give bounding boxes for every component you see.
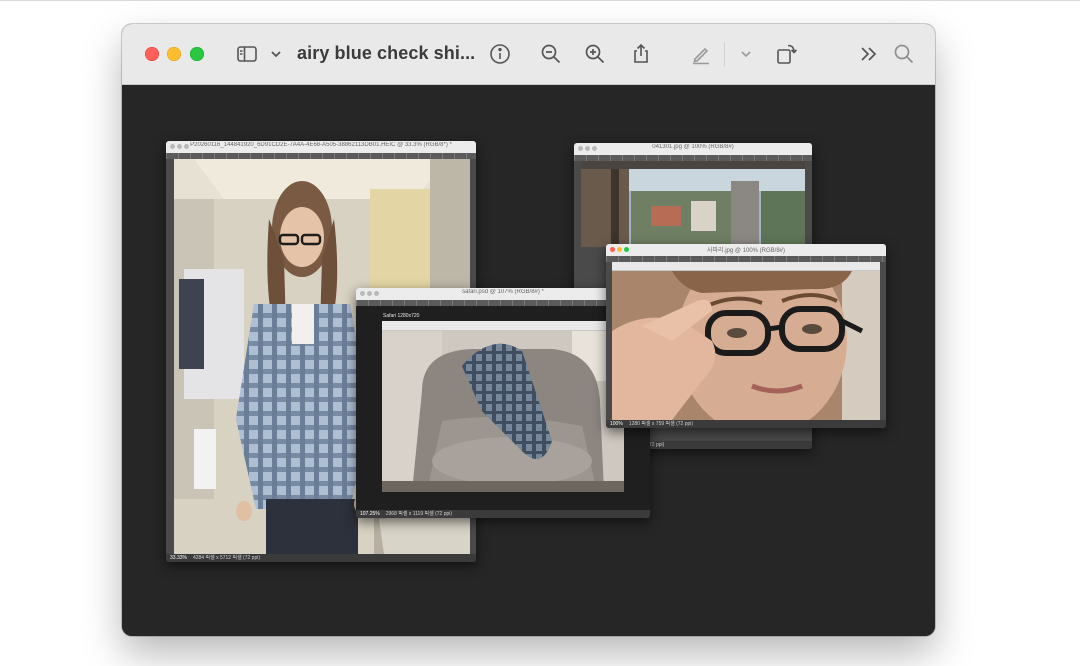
browser-chrome <box>382 321 608 331</box>
image-info: 4284 픽셀 x 5712 픽셀 (72 ppi) <box>192 555 261 561</box>
photo-window-cityscape <box>581 161 805 247</box>
zoom-in-icon[interactable] <box>583 42 607 66</box>
photo-face-glasses <box>612 271 880 420</box>
image-info: 1280 픽셀 x 759 픽셀 (72 ppi) <box>628 421 694 427</box>
ps-window-title: 041301.jpg @ 100% (RGB/8#) <box>652 144 734 150</box>
zoom-level: 33.33% <box>170 555 187 561</box>
screen-top-edge <box>0 0 1080 1</box>
info-icon[interactable] <box>488 42 512 66</box>
ps-window-title: 사파리.jpg @ 100% (RGB/8#) <box>706 248 785 254</box>
zoom-out-icon[interactable] <box>539 42 563 66</box>
image-canvas: P20260116_144841920_6D91CD2E-7A4A-4E68-A… <box>122 85 935 636</box>
markup-pen-icon[interactable] <box>689 42 713 66</box>
share-icon[interactable] <box>629 42 653 66</box>
search-icon[interactable] <box>892 42 916 66</box>
sidebar-icon[interactable] <box>235 42 259 66</box>
chevron-down-icon[interactable] <box>734 42 751 66</box>
image-info: 72 ppi) <box>649 442 665 448</box>
minimize-button[interactable] <box>167 47 181 61</box>
image-info: 2968 픽셀 x 1119 픽셀 (72 ppi) <box>385 511 453 517</box>
zoom-button[interactable] <box>190 47 204 61</box>
photo-chair-shirt <box>382 331 624 492</box>
ps-status-bar: 100% 1280 픽셀 x 759 픽셀 (72 ppi) <box>606 420 886 428</box>
more-icon[interactable] <box>857 42 881 66</box>
toolbar-separator <box>724 42 725 66</box>
zoom-level: 100% <box>610 421 623 427</box>
document-title: airy blue check shi... <box>297 43 476 63</box>
rotate-icon[interactable] <box>775 42 799 66</box>
toolbar: airy blue check shi... <box>122 24 935 85</box>
ps-window-closeup[interactable]: 사파리.jpg @ 100% (RGB/8#) 100% 1280 픽셀 x 7… <box>606 244 886 428</box>
ps-status-bar: 33.33% 4284 픽셀 x 5712 픽셀 (72 ppi) <box>166 554 476 562</box>
zoom-level: 107.25% <box>360 511 380 517</box>
artboard-label: Safari 1280x720 <box>383 313 420 319</box>
preview-window: airy blue check shi... P20260116_1448419… <box>122 24 935 636</box>
close-button[interactable] <box>145 47 159 61</box>
ps-window-title: P20260116_144841920_6D91CD2E-7A4A-4E68-A… <box>190 142 452 148</box>
ps-status-bar: 107.25% 2968 픽셀 x 1119 픽셀 (72 ppi) <box>356 510 650 518</box>
chevron-down-icon[interactable] <box>264 42 281 66</box>
browser-chrome <box>612 262 880 271</box>
